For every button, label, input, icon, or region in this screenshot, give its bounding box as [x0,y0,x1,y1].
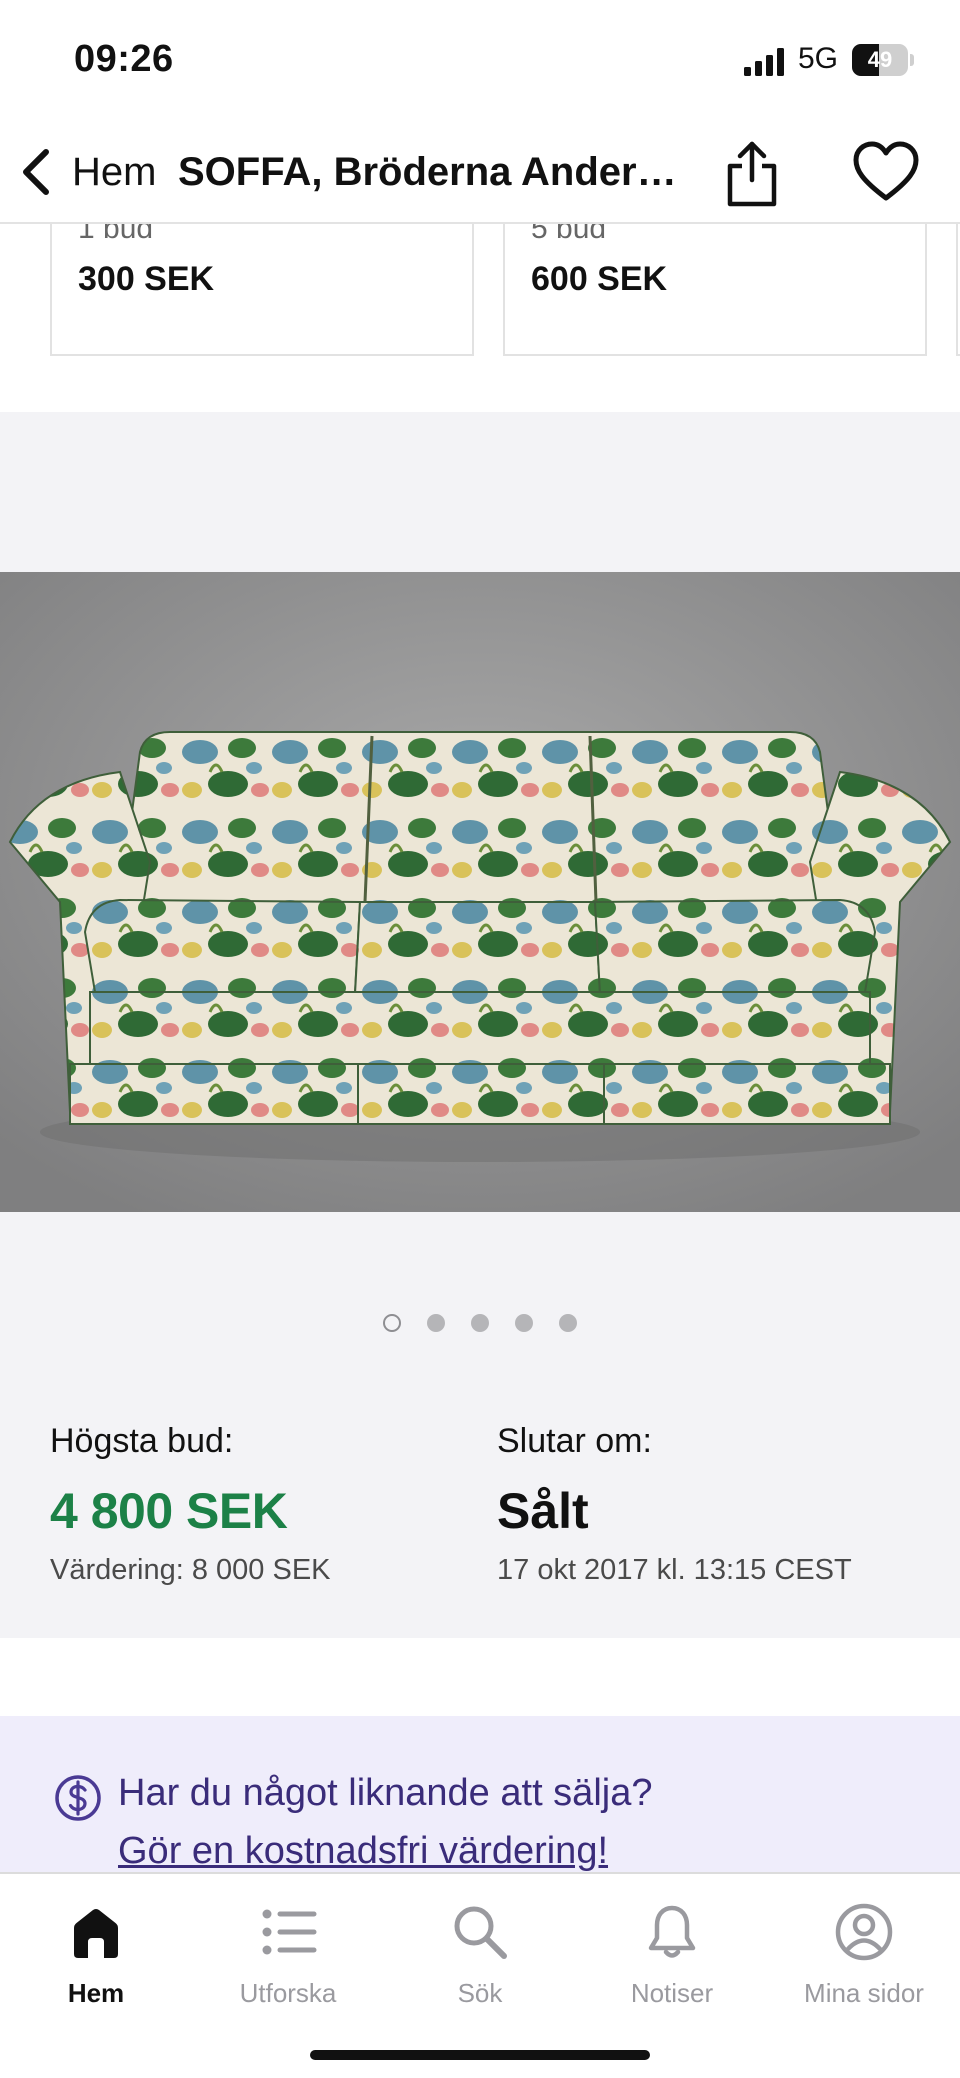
related-items-strip: 1 bud 300 SEK 5 bud 600 SEK [0,224,960,412]
sell-promo-banner: Har du något liknande att sälja? Gör en … [0,1716,960,1876]
related-item-card[interactable]: 5 bud 600 SEK [503,224,927,356]
tab-label: Utforska [239,1978,337,2008]
auction-status: Sålt [497,1483,589,1539]
highest-bid-value: 4 800 SEK [50,1483,288,1539]
ends-label: Slutar om: [497,1422,652,1460]
free-valuation-link[interactable]: Gör en kostnadsfri värdering! [118,1830,608,1873]
gallery-pagination [0,1308,960,1338]
network-type: 5G [798,42,839,75]
product-section: Högsta bud: 4 800 SEK Värdering: 8 000 S… [0,412,960,1638]
related-item-card-partial[interactable] [956,224,960,356]
dollar-circle-icon [55,1775,101,1821]
bell-icon [648,1905,696,1958]
chevron-left-icon [23,149,49,195]
battery-tip [910,54,914,66]
profile-icon [835,1903,893,1961]
product-photo[interactable] [0,572,960,1212]
bid-count: 5 bud [531,224,607,245]
tab-my-pages[interactable]: Mina sidor [768,1892,960,2012]
status-time: 09:26 [74,38,174,80]
end-date: 17 okt 2017 kl. 13:15 CEST [497,1554,852,1586]
gallery-dot[interactable] [559,1314,577,1332]
battery-percent: 49 [867,47,893,72]
tab-label: Mina sidor [804,1978,924,2008]
gallery-dot[interactable] [471,1314,489,1332]
tab-label: Hem [67,1978,125,2008]
list-icon [262,1909,317,1955]
related-item-card[interactable]: 1 bud 300 SEK [50,224,474,356]
tab-search[interactable]: Sök [384,1892,576,2012]
gallery-dot[interactable] [515,1314,533,1332]
back-button[interactable]: Hem [16,142,156,202]
search-icon [454,1906,507,1959]
status-bar: 09:26 5G 49 [0,0,960,120]
home-icon [74,1909,118,1958]
gallery-dot[interactable] [427,1314,445,1332]
cellular-signal-icon [744,48,784,76]
highest-bid-label: Högsta bud: [50,1422,234,1460]
sofa-image [0,572,960,1212]
gallery-dot[interactable] [383,1314,401,1332]
heart-icon[interactable] [852,138,920,206]
bid-count: 1 bud [78,224,154,245]
tab-label: Sök [457,1978,503,2008]
home-indicator [310,2050,650,2060]
tab-home[interactable]: Hem [0,1892,192,2012]
tab-bar: Hem Utforska Sök Notiser Mina sidor [0,1872,960,2078]
valuation: Värdering: 8 000 SEK [50,1554,331,1586]
page-title: SOFFA, Bröderna Andersson [178,150,688,194]
tab-notifications[interactable]: Notiser [576,1892,768,2012]
tab-label: Notiser [630,1978,714,2008]
back-label: Hem [72,149,157,194]
bid-price: 600 SEK [531,260,668,298]
battery-icon: 49 [852,44,908,76]
bid-price: 300 SEK [78,260,215,298]
tab-explore[interactable]: Utforska [192,1892,384,2012]
promo-question: Har du något liknande att sälja? [118,1772,653,1814]
navigation-bar: Hem SOFFA, Bröderna Andersson [0,120,960,224]
share-icon[interactable] [722,136,782,208]
